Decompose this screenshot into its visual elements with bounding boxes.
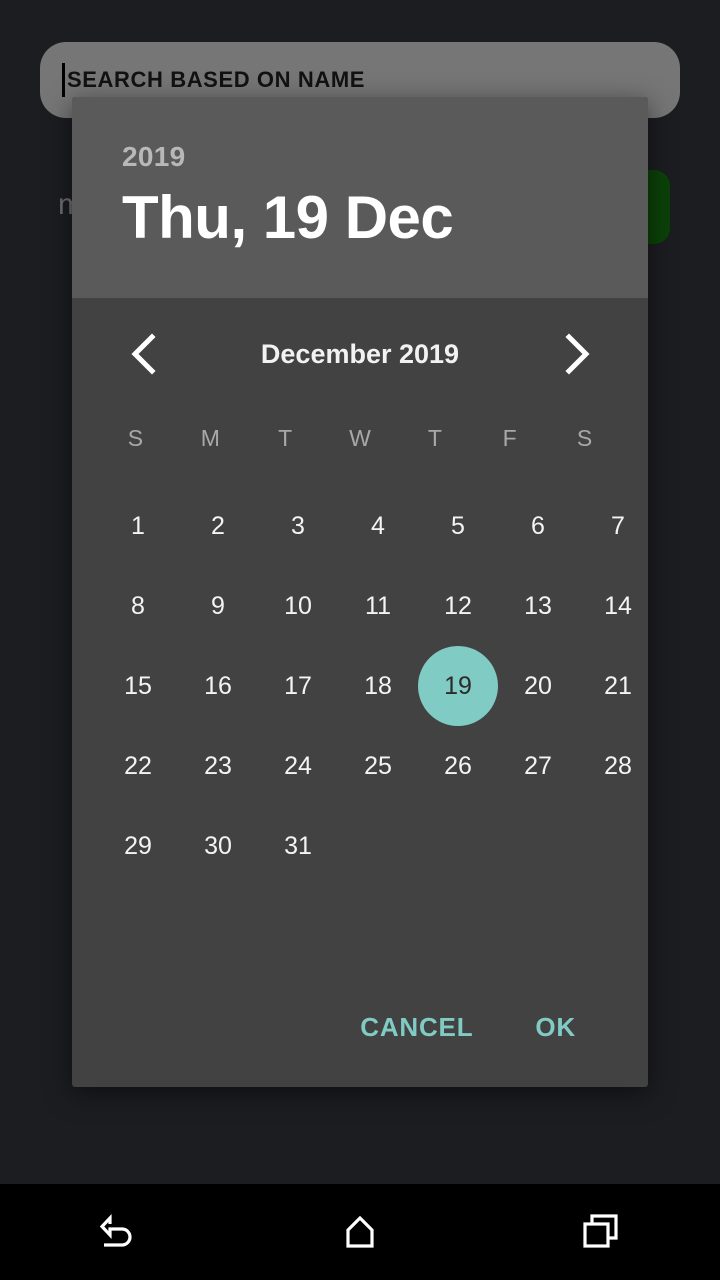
day-selected[interactable]: 19 bbox=[418, 646, 498, 726]
day-cell[interactable]: 13 bbox=[498, 566, 578, 646]
day-number[interactable]: 6 bbox=[498, 486, 578, 566]
day-number[interactable]: 17 bbox=[258, 646, 338, 726]
chevron-left-icon[interactable] bbox=[120, 331, 166, 377]
month-year-label: December 2019 bbox=[260, 338, 460, 369]
day-cell[interactable]: 12 bbox=[418, 566, 498, 646]
ok-button[interactable]: OK bbox=[517, 998, 594, 1057]
day-number[interactable]: 23 bbox=[178, 726, 258, 806]
day-number[interactable]: 10 bbox=[258, 566, 338, 646]
day-cell[interactable]: 7 bbox=[578, 486, 648, 566]
weekday-cell: W bbox=[349, 424, 371, 451]
text-caret bbox=[62, 63, 65, 97]
day-cell[interactable]: 14 bbox=[578, 566, 648, 646]
header-selected-date[interactable]: Thu, 19 Dec bbox=[122, 183, 648, 252]
day-cell[interactable]: 29 bbox=[98, 806, 178, 886]
day-number[interactable]: 4 bbox=[338, 486, 418, 566]
day-number[interactable]: 9 bbox=[178, 566, 258, 646]
day-number[interactable]: 7 bbox=[578, 486, 648, 566]
weekday-cell: T bbox=[427, 424, 442, 451]
day-number[interactable]: 8 bbox=[98, 566, 178, 646]
day-cell[interactable]: 28 bbox=[578, 726, 648, 806]
home-icon[interactable] bbox=[312, 1184, 408, 1280]
header-year[interactable]: 2019 bbox=[122, 141, 648, 173]
day-cell[interactable]: 6 bbox=[498, 486, 578, 566]
day-cell[interactable]: 20 bbox=[498, 646, 578, 726]
day-grid: 1 2 3 4 5 6 7 8 9 10 11 12 13 14 15 16 17 18 19 20 21 22 23 24 2… bbox=[98, 486, 632, 886]
date-picker-dialog: 2019 Thu, 19 Dec December 2019 SMTWTFS 1… bbox=[72, 97, 648, 1087]
day-cell[interactable]: 2 bbox=[178, 486, 258, 566]
day-number[interactable]: 18 bbox=[338, 646, 418, 726]
day-number[interactable]: 13 bbox=[498, 566, 578, 646]
day-cell[interactable]: 8 bbox=[98, 566, 178, 646]
day-cell[interactable]: 16 bbox=[178, 646, 258, 726]
day-cell[interactable]: 30 bbox=[178, 806, 258, 886]
dialog-actions: CANCEL OK bbox=[98, 967, 622, 1087]
dialog-header: 2019 Thu, 19 Dec bbox=[72, 97, 648, 298]
day-number[interactable]: 31 bbox=[258, 806, 338, 886]
day-number[interactable]: 14 bbox=[578, 566, 648, 646]
day-cell[interactable]: 11 bbox=[338, 566, 418, 646]
day-number[interactable]: 24 bbox=[258, 726, 338, 806]
day-number[interactable]: 27 bbox=[498, 726, 578, 806]
month-navigation: December 2019 bbox=[98, 298, 622, 410]
day-number[interactable]: 11 bbox=[338, 566, 418, 646]
day-cell[interactable]: 3 bbox=[258, 486, 338, 566]
day-number[interactable]: 5 bbox=[418, 486, 498, 566]
day-cell[interactable]: 5 bbox=[418, 486, 498, 566]
recents-icon[interactable] bbox=[552, 1184, 648, 1280]
back-icon[interactable] bbox=[72, 1184, 168, 1280]
day-cell[interactable]: 19 bbox=[418, 646, 498, 726]
day-number[interactable]: 21 bbox=[578, 646, 648, 726]
day-cell[interactable]: 23 bbox=[178, 726, 258, 806]
day-cell[interactable]: 15 bbox=[98, 646, 178, 726]
day-cell[interactable]: 9 bbox=[178, 566, 258, 646]
weekday-cell: S bbox=[127, 424, 144, 451]
search-placeholder-text: SEARCH BASED ON NAME bbox=[67, 67, 366, 92]
day-number[interactable]: 22 bbox=[98, 726, 178, 806]
dialog-body: December 2019 SMTWTFS 1 2 3 4 5 6 7 8 9 10 11 12 13 1… bbox=[72, 298, 648, 1087]
weekday-header-row: SMTWTFS bbox=[98, 410, 622, 466]
day-cell[interactable]: 21 bbox=[578, 646, 648, 726]
day-cell[interactable]: 22 bbox=[98, 726, 178, 806]
day-number[interactable]: 20 bbox=[498, 646, 578, 726]
android-navigation-bar bbox=[0, 1184, 720, 1280]
cancel-button[interactable]: CANCEL bbox=[342, 998, 491, 1057]
day-number[interactable]: 26 bbox=[418, 726, 498, 806]
day-number[interactable]: 25 bbox=[338, 726, 418, 806]
day-cell[interactable]: 17 bbox=[258, 646, 338, 726]
weekday-cell: M bbox=[200, 424, 220, 451]
chevron-right-icon[interactable] bbox=[554, 331, 600, 377]
day-number[interactable]: 1 bbox=[98, 486, 178, 566]
day-number[interactable]: 3 bbox=[258, 486, 338, 566]
day-number[interactable]: 29 bbox=[98, 806, 178, 886]
day-number[interactable]: 15 bbox=[98, 646, 178, 726]
day-cell[interactable]: 18 bbox=[338, 646, 418, 726]
day-cell[interactable]: 27 bbox=[498, 726, 578, 806]
day-number[interactable]: 16 bbox=[178, 646, 258, 726]
weekday-cell: F bbox=[502, 424, 517, 451]
day-cell[interactable]: 25 bbox=[338, 726, 418, 806]
day-cell[interactable]: 26 bbox=[418, 726, 498, 806]
day-cell[interactable]: 4 bbox=[338, 486, 418, 566]
day-number[interactable]: 12 bbox=[418, 566, 498, 646]
day-number[interactable]: 30 bbox=[178, 806, 258, 886]
weekday-cell: T bbox=[278, 424, 293, 451]
day-cell[interactable]: 24 bbox=[258, 726, 338, 806]
day-number[interactable]: 2 bbox=[178, 486, 258, 566]
day-cell[interactable]: 1 bbox=[98, 486, 178, 566]
weekday-cell: S bbox=[576, 424, 593, 451]
day-number[interactable]: 28 bbox=[578, 726, 648, 806]
day-cell[interactable]: 31 bbox=[258, 806, 338, 886]
day-cell[interactable]: 10 bbox=[258, 566, 338, 646]
